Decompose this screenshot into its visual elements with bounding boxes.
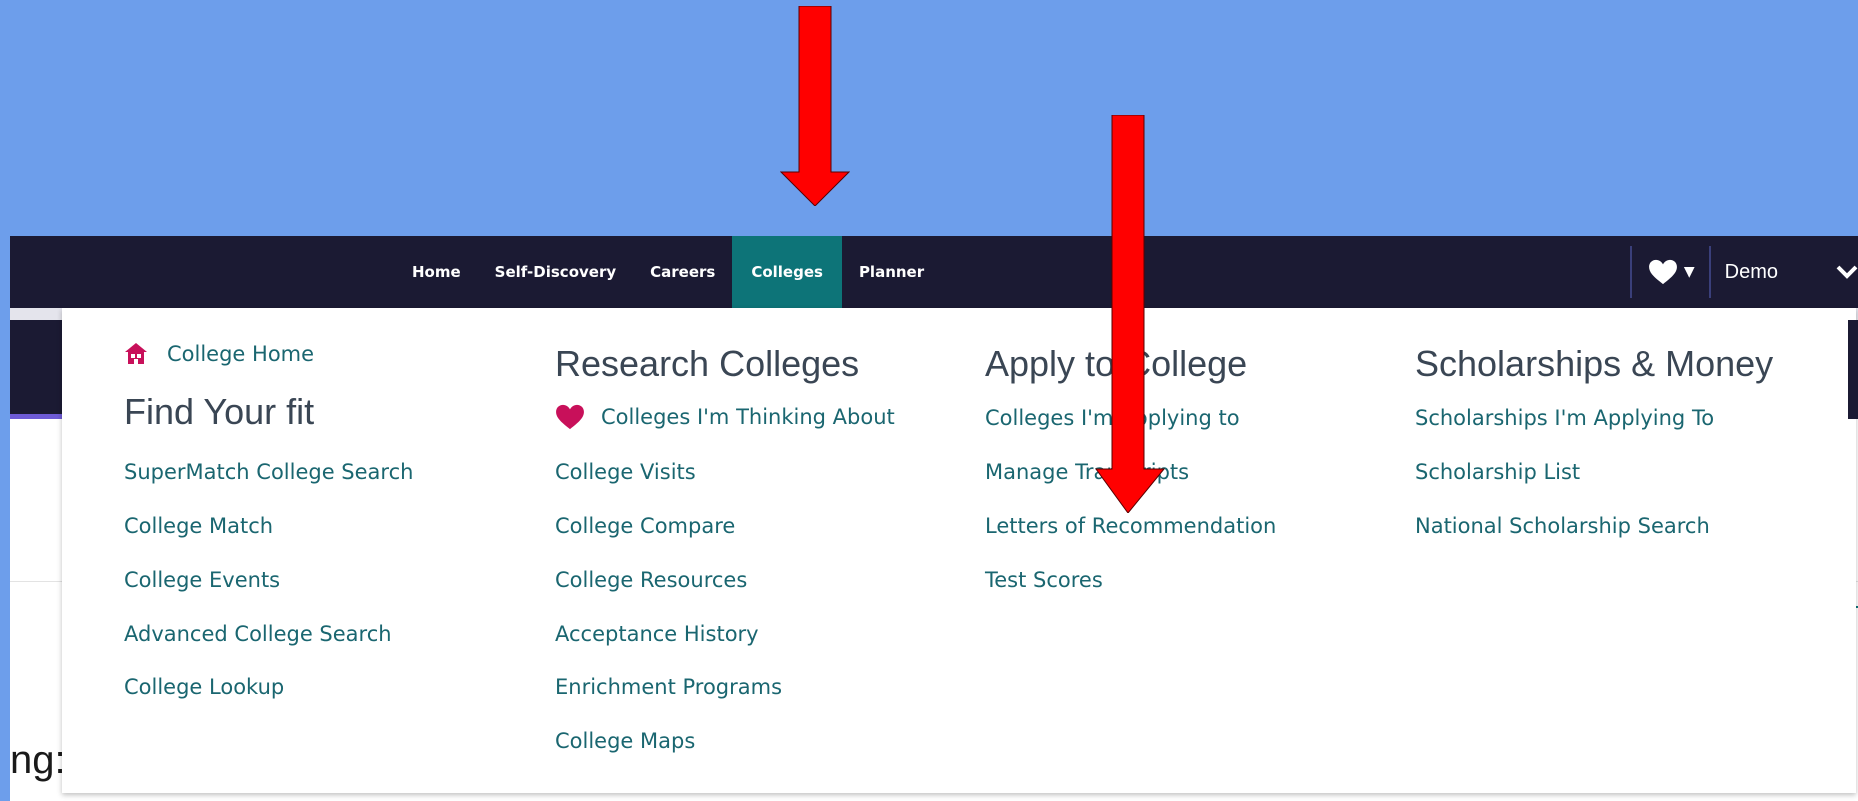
- menu-link-enrichment-programs[interactable]: Enrichment Programs: [555, 675, 782, 699]
- menu-link-national-scholarship-search[interactable]: National Scholarship Search: [1415, 514, 1710, 538]
- menu-heading-scholarships: Scholarships & Money: [1415, 343, 1774, 384]
- menu-link-college-maps[interactable]: College Maps: [555, 729, 695, 753]
- top-navbar: Home Self-Discovery Careers Colleges Pla…: [10, 236, 1858, 308]
- menu-link-label: Colleges I'm Thinking About: [601, 405, 895, 429]
- menu-link-college-events[interactable]: College Events: [124, 568, 280, 592]
- nav-planner[interactable]: Planner: [842, 236, 941, 308]
- heart-icon: [556, 404, 584, 430]
- nav-right: ▼ Demo: [1629, 246, 1858, 298]
- page-heading-fragment: ng:: [10, 738, 66, 782]
- menu-link-scholarships-applying[interactable]: Scholarships I'm Applying To: [1415, 406, 1714, 430]
- menu-heading-find-your-fit: Find Your fit: [124, 391, 315, 432]
- menu-link-advanced-search[interactable]: Advanced College Search: [124, 622, 392, 646]
- colleges-dropdown-menu: College Home Find Your fit SuperMatch Co…: [62, 308, 1856, 793]
- arrow-down-icon: [1095, 115, 1165, 513]
- nav-home[interactable]: Home: [395, 236, 478, 308]
- caret-down-icon: ▼: [1683, 264, 1695, 280]
- menu-link-supermatch[interactable]: SuperMatch College Search: [124, 460, 413, 484]
- nav-self-discovery[interactable]: Self-Discovery: [478, 236, 633, 308]
- house-icon: [125, 343, 147, 364]
- chevron-down-icon: [1836, 265, 1858, 279]
- user-menu-button[interactable]: Demo: [1711, 246, 1858, 298]
- favorites-button[interactable]: ▼: [1632, 246, 1709, 298]
- menu-link-thinking-about[interactable]: Colleges I'm Thinking About: [555, 404, 895, 430]
- menu-link-label: College Home: [167, 342, 315, 366]
- menu-link-college-visits[interactable]: College Visits: [555, 460, 696, 484]
- menu-link-acceptance-history[interactable]: Acceptance History: [555, 622, 759, 646]
- nav-careers[interactable]: Careers: [633, 236, 732, 308]
- menu-link-test-scores[interactable]: Test Scores: [985, 568, 1103, 592]
- user-name: Demo: [1724, 260, 1778, 283]
- menu-link-college-resources[interactable]: College Resources: [555, 568, 747, 592]
- menu-link-college-match[interactable]: College Match: [124, 514, 273, 538]
- menu-link-college-home[interactable]: College Home: [124, 342, 314, 366]
- screenshot: Home Self-Discovery Careers Colleges Pla…: [10, 236, 1858, 801]
- menu-link-letters-of-recommendation[interactable]: Letters of Recommendation: [985, 514, 1276, 538]
- arrow-down-icon: [780, 6, 850, 206]
- menu-heading-research-colleges: Research Colleges: [555, 343, 860, 384]
- page-edge-band: [1848, 320, 1858, 419]
- heart-icon: [1648, 259, 1677, 285]
- menu-link-college-compare[interactable]: College Compare: [555, 514, 735, 538]
- nav-colleges[interactable]: Colleges: [732, 236, 842, 308]
- menu-link-college-lookup[interactable]: College Lookup: [124, 675, 284, 699]
- nav-links: Home Self-Discovery Careers Colleges Pla…: [395, 236, 941, 308]
- menu-link-scholarship-list[interactable]: Scholarship List: [1415, 460, 1580, 484]
